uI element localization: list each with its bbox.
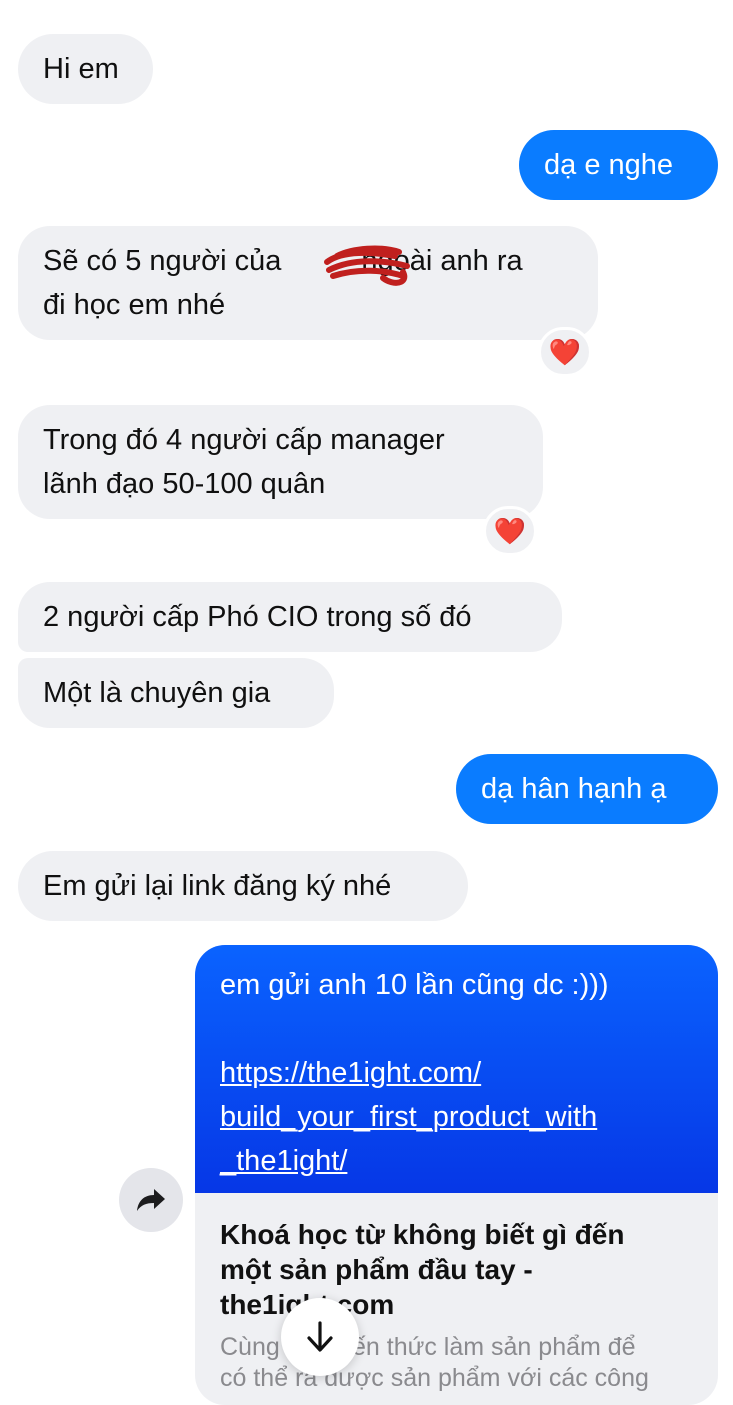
- link-preview-title: Khoá học từ không biết gì đến một sản ph…: [220, 1219, 625, 1320]
- redaction-scribble: [324, 245, 410, 286]
- message-text: dạ hân hạnh ạ: [481, 773, 667, 805]
- message-text-line: Sẽ có 5 người của ngoài anh ra: [43, 245, 523, 277]
- link-message-body: em gửi anh 10 lần cũng dc :))) https://t…: [195, 945, 718, 1193]
- message-text: em gửi anh 10 lần cũng dc :))): [220, 969, 609, 1001]
- message-text: 2 người cấp Phó CIO trong số đó: [43, 601, 472, 633]
- reaction-badge[interactable]: ❤️: [483, 506, 537, 556]
- link-preview[interactable]: Khoá học từ không biết gì đến một sản ph…: [195, 1193, 718, 1394]
- heart-icon: ❤️: [548, 337, 582, 367]
- link-message[interactable]: em gửi anh 10 lần cũng dc :))) https://t…: [195, 945, 718, 1405]
- message-incoming[interactable]: 2 người cấp Phó CIO trong số đó: [18, 582, 562, 652]
- message-text-line: đi học em nhé: [43, 289, 226, 321]
- message-incoming[interactable]: Em gửi lại link đăng ký nhé: [18, 851, 468, 921]
- message-text: Một là chuyên gia: [43, 677, 271, 709]
- scroll-to-bottom-button[interactable]: [281, 1298, 359, 1376]
- message-text: Hi em: [43, 53, 119, 85]
- message-text-line: Trong đó 4 người cấp manager: [43, 424, 445, 456]
- message-outgoing[interactable]: dạ e nghe: [519, 130, 718, 200]
- message-outgoing[interactable]: dạ hân hạnh ạ: [456, 754, 718, 824]
- message-incoming[interactable]: Sẽ có 5 người của ngoài anh ra đi học em…: [18, 226, 598, 340]
- message-text: Em gửi lại link đăng ký nhé: [43, 870, 392, 902]
- message-incoming[interactable]: Một là chuyên gia: [18, 658, 334, 728]
- message-link[interactable]: https://the1ight.com/ build_your_first_p…: [220, 1051, 694, 1183]
- share-button[interactable]: [119, 1168, 183, 1232]
- message-incoming[interactable]: Trong đó 4 người cấp manager lãnh đạo 50…: [18, 405, 543, 519]
- message-text-line: lãnh đạo 50-100 quân: [43, 468, 326, 500]
- message-incoming[interactable]: Hi em: [18, 34, 153, 104]
- share-forward-icon: [137, 1189, 165, 1211]
- arrow-down-icon: [307, 1321, 333, 1352]
- reaction-badge[interactable]: ❤️: [538, 327, 592, 377]
- message-text: dạ e nghe: [544, 149, 674, 181]
- heart-icon: ❤️: [493, 516, 527, 546]
